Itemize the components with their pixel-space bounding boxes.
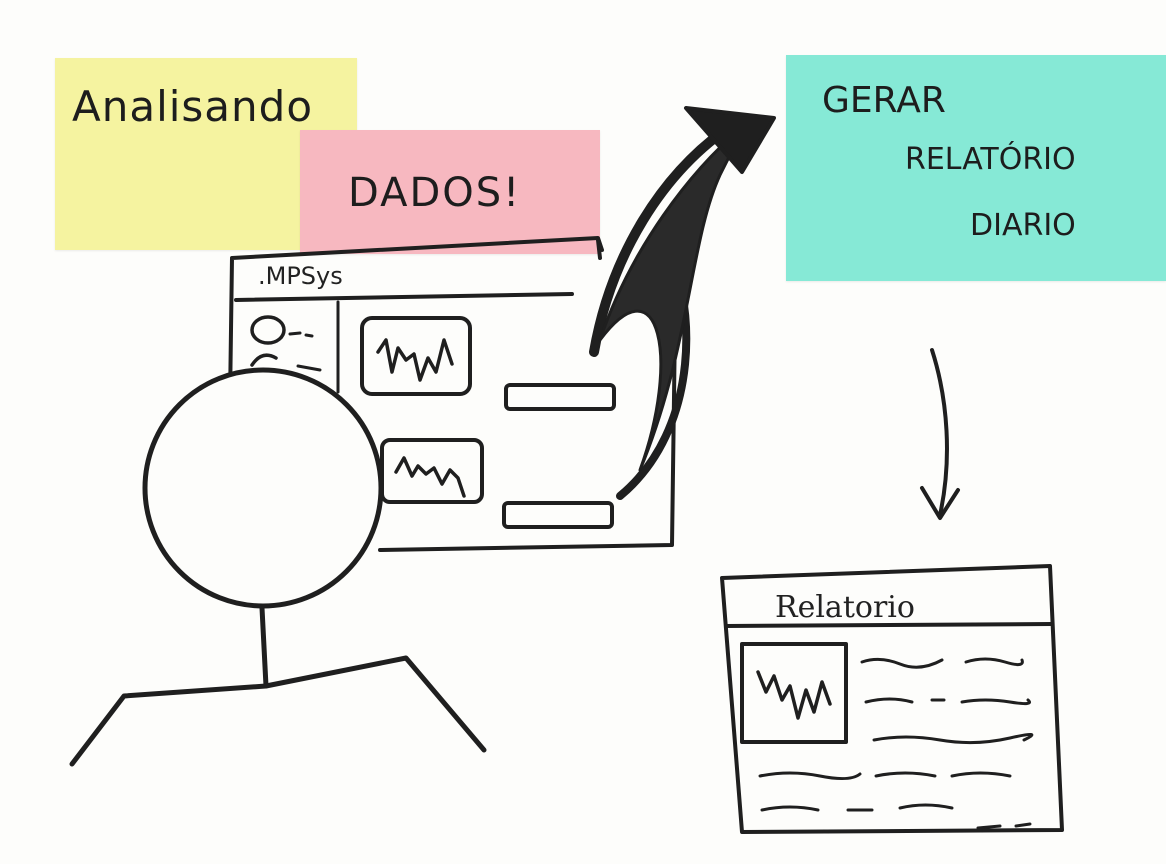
sidebar-label-2 [296,364,322,372]
curved-arrow-head [684,106,776,174]
report-text-line-5 [760,803,1032,830]
sidebar-avatar-2 [250,353,278,367]
stick-figure-neck [259,605,269,689]
report-text-line-3 [872,733,1034,745]
app-chart-line-2 [394,456,466,498]
sidebar-label-1 [288,331,314,338]
report-text-line-2 [864,697,1031,706]
report-text-line-1 [860,657,1024,669]
sidebar-avatar-1 [250,315,286,345]
app-window-title: .MPSys [258,262,343,290]
report-text-line-4 [758,771,1012,781]
app-button-1 [504,383,616,411]
storyboard-scene: Analisando DADOS! GERAR RELATÓRIO DIARIO [0,0,1166,864]
stick-figure-head [142,367,384,609]
down-arrow-shaft [930,348,949,517]
report-chart-card [740,642,848,744]
report-chart-line [756,670,832,720]
report-window-title: Relatorio [775,590,915,625]
app-button-2 [502,501,614,529]
ink-drawing [69,106,1064,834]
app-chart-line-1 [376,338,454,382]
app-window-header-divider [234,292,574,302]
stick-figure-arms [69,655,487,767]
